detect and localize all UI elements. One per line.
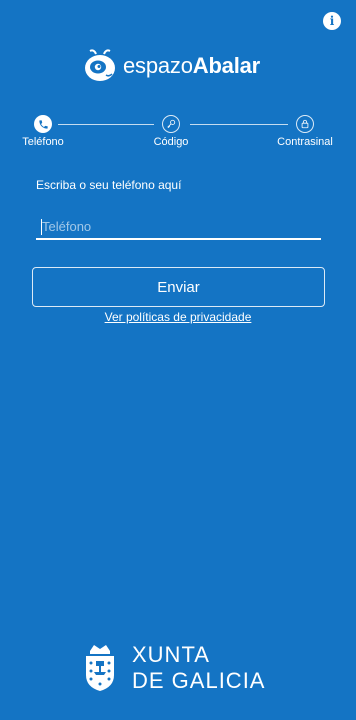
progress-stepper: Teléfono Código Contrasinal bbox=[0, 112, 356, 152]
step-password bbox=[296, 115, 314, 133]
footer-text: XUNTA DE GALICIA bbox=[132, 642, 265, 694]
phone-prompt: Escriba o seu teléfono aquí bbox=[36, 178, 182, 192]
privacy-policy-link[interactable]: Ver políticas de privacidade bbox=[0, 310, 356, 324]
info-icon[interactable]: i bbox=[323, 12, 341, 30]
phone-icon bbox=[38, 119, 48, 129]
app-name-regular: espazo bbox=[123, 53, 193, 78]
app-name-bold: Abalar bbox=[192, 53, 261, 78]
xunta-crest-icon bbox=[80, 641, 120, 695]
send-button[interactable]: Enviar bbox=[32, 267, 325, 307]
lock-icon bbox=[301, 119, 309, 129]
text-caret bbox=[41, 219, 42, 235]
app-logo: espazoAbalar bbox=[82, 48, 260, 84]
step-phone bbox=[34, 115, 52, 133]
key-icon bbox=[167, 119, 176, 129]
step-label-phone: Teléfono bbox=[22, 136, 64, 148]
footer-line-1: XUNTA bbox=[132, 642, 210, 667]
step-connector bbox=[190, 124, 288, 125]
abalar-mascot-icon bbox=[85, 49, 115, 81]
step-label-password: Contrasinal bbox=[277, 136, 333, 148]
step-connector bbox=[58, 124, 154, 125]
app-name: espazoAbalar bbox=[123, 53, 260, 79]
footer-logo: XUNTA DE GALICIA bbox=[80, 640, 265, 696]
step-label-code: Código bbox=[153, 136, 189, 148]
phone-input[interactable] bbox=[36, 214, 321, 240]
step-code bbox=[162, 115, 180, 133]
footer-line-2: DE GALICIA bbox=[132, 668, 266, 693]
